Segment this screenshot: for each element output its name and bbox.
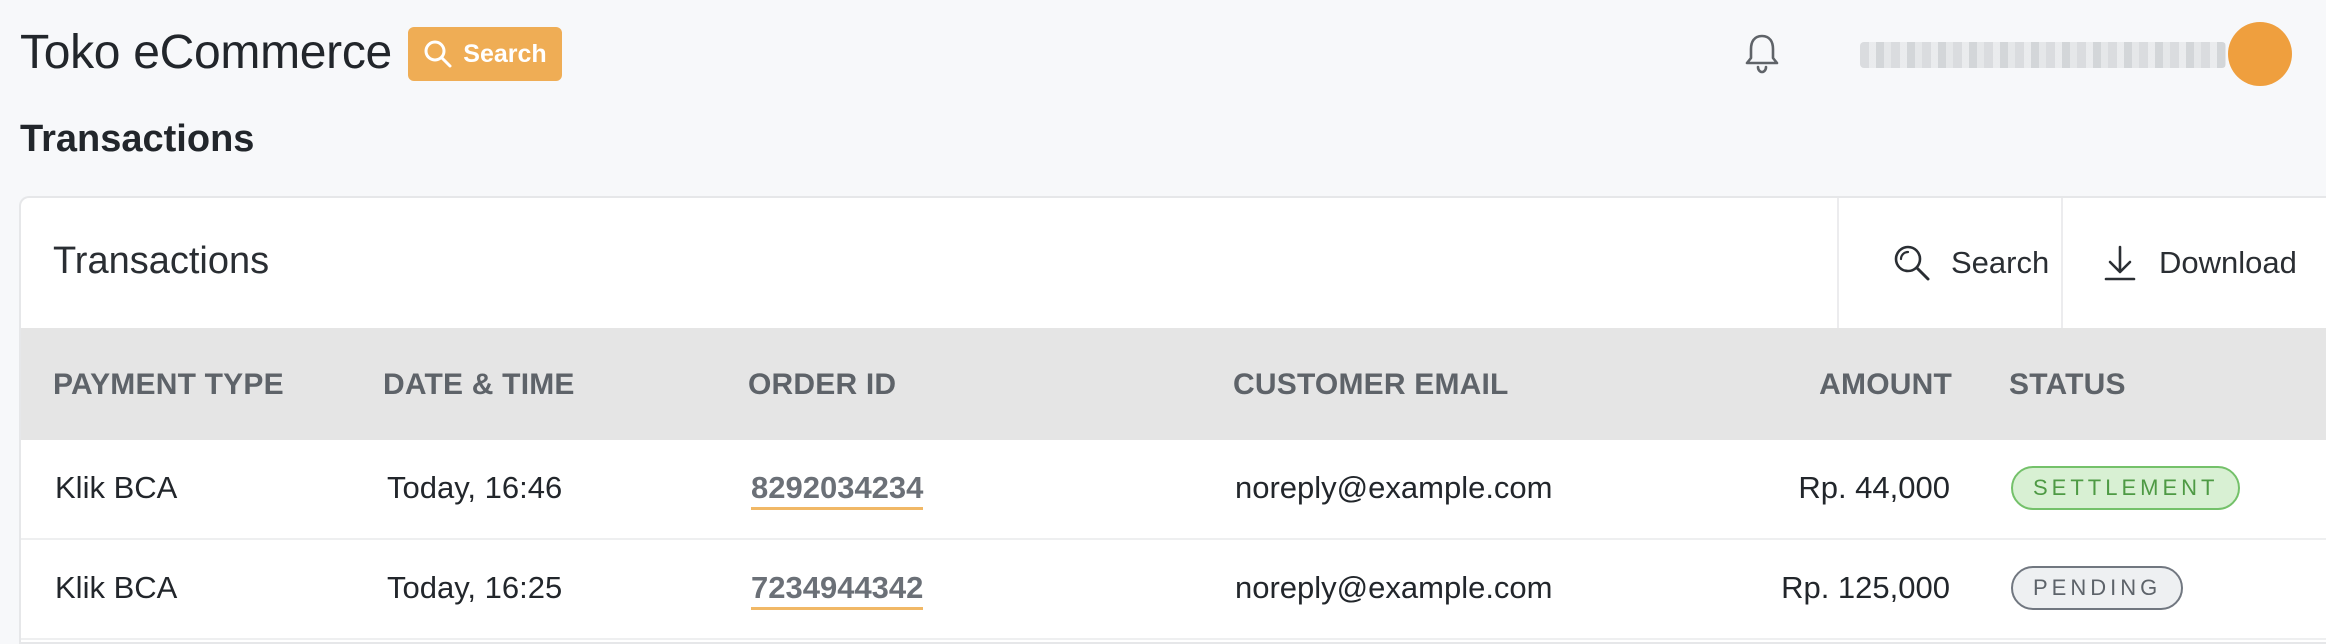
date-time-cell: Today, 16:25	[387, 570, 563, 605]
payment-type-cell: Klik BCA	[55, 570, 178, 605]
app-title: Toko eCommerce	[20, 26, 392, 79]
user-email-redacted	[1860, 42, 2226, 68]
top-search-button[interactable]: Search	[408, 27, 562, 81]
customer-email-cell: noreply@example.com	[1235, 470, 1553, 505]
transactions-card: Transactions Search Download PAYMENT TYP…	[19, 196, 2326, 644]
order-id-cell: 7234944342	[751, 570, 924, 610]
download-button[interactable]: Download	[2061, 198, 2326, 328]
column-header-order-id[interactable]: ORDER ID	[748, 368, 896, 402]
amount-cell: Rp. 44,000	[1798, 470, 1950, 505]
status-badge: SETTLEMENT	[2011, 466, 2241, 510]
download-label: Download	[2159, 245, 2297, 280]
amount-cell: Rp. 125,000	[1781, 570, 1950, 605]
bell-icon[interactable]	[1738, 30, 1786, 78]
card-title: Transactions	[53, 240, 270, 282]
column-header-payment-type[interactable]: PAYMENT TYPE	[53, 368, 284, 402]
payment-type-cell: Klik BCA	[55, 470, 178, 505]
top-search-label: Search	[463, 39, 547, 68]
page-title: Transactions	[20, 118, 255, 160]
column-header-amount[interactable]: AMOUNT	[1819, 368, 1952, 402]
card-search-button[interactable]: Search	[1837, 198, 2061, 328]
column-header-date-time[interactable]: DATE & TIME	[383, 368, 575, 402]
avatar[interactable]	[2228, 22, 2292, 86]
table-header: PAYMENT TYPE DATE & TIME ORDER ID CUSTOM…	[21, 328, 2326, 440]
table-row[interactable]: Klik BCA Today, 16:46 8292034234 noreply…	[21, 440, 2326, 540]
table-row[interactable]: Klik BCA Today, 16:25 7234944342 noreply…	[21, 540, 2326, 640]
search-icon	[1894, 245, 1930, 281]
column-header-customer-email[interactable]: CUSTOMER EMAIL	[1233, 368, 1509, 402]
date-time-cell: Today, 16:46	[387, 470, 563, 505]
order-id-link[interactable]: 7234944342	[751, 570, 924, 610]
card-search-label: Search	[1951, 245, 2050, 280]
search-icon	[424, 40, 452, 68]
status-badge: PENDING	[2011, 566, 2184, 610]
card-header: Transactions Search Download	[21, 198, 2326, 328]
column-header-status[interactable]: STATUS	[2009, 368, 2126, 402]
top-bar: Toko eCommerce Search	[0, 0, 2326, 110]
order-id-cell: 8292034234	[751, 470, 924, 510]
customer-email-cell: noreply@example.com	[1235, 570, 1553, 605]
order-id-link[interactable]: 8292034234	[751, 470, 924, 510]
download-icon	[2104, 245, 2136, 281]
